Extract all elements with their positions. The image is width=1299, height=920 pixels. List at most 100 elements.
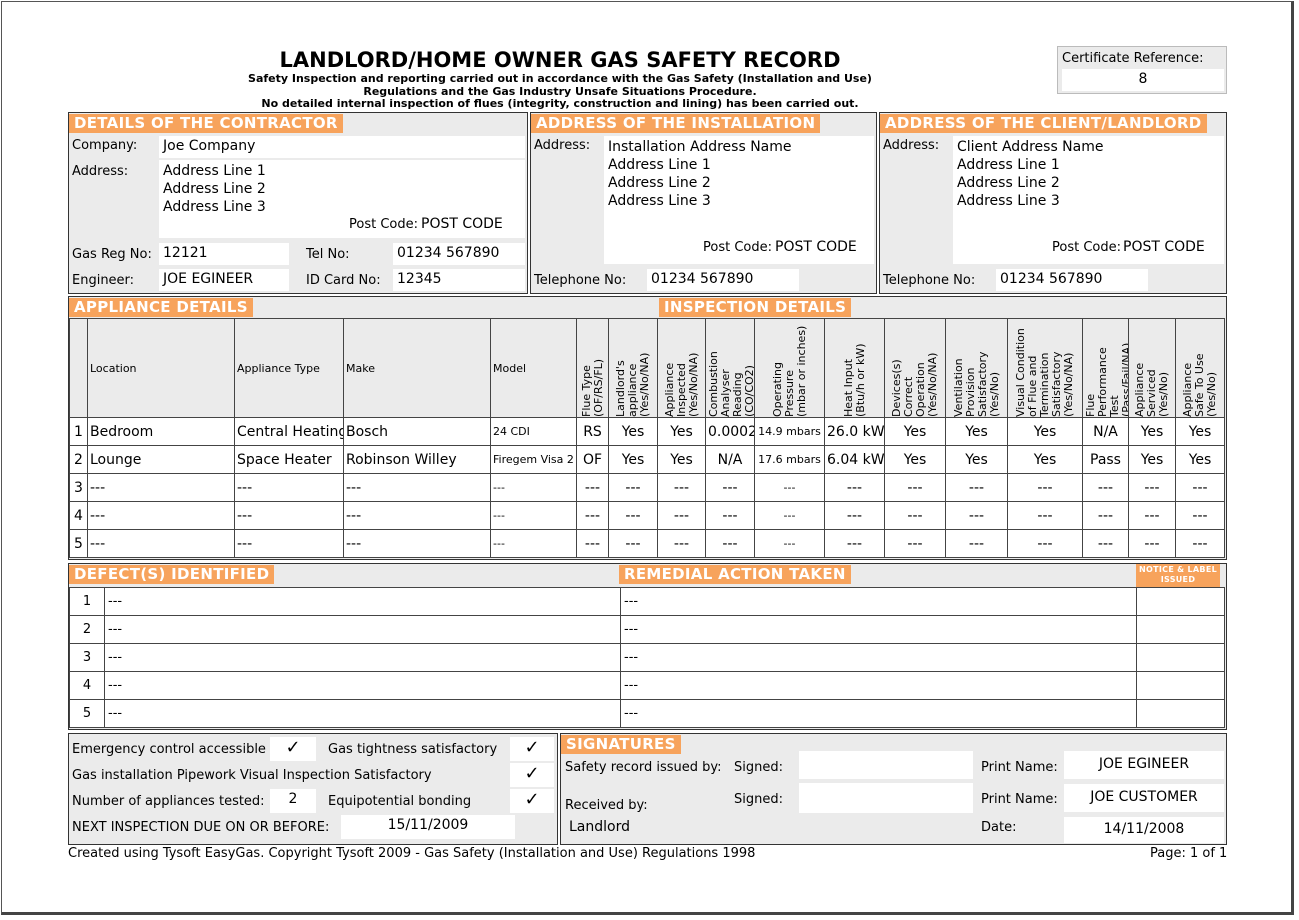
appliance-cell[interactable]: --- [87, 473, 235, 502]
appliance-cell[interactable]: Yes [945, 417, 1008, 446]
appliance-cell[interactable]: 24 CDI [490, 417, 577, 446]
appliance-cell[interactable]: --- [608, 473, 658, 502]
appliance-cell[interactable]: --- [824, 473, 885, 502]
appliance-cell[interactable]: Pass [1082, 445, 1129, 474]
appliance-cell[interactable]: Bedroom [87, 417, 235, 446]
appliance-cell[interactable]: --- [1128, 473, 1176, 502]
appliance-cell[interactable]: Yes [1007, 445, 1083, 474]
appliance-cell[interactable]: Space Heater [234, 445, 344, 474]
appliance-cell[interactable]: --- [884, 473, 946, 502]
appliance-cell[interactable]: --- [343, 473, 491, 502]
appliance-cell[interactable]: --- [343, 529, 491, 558]
appliance-cell[interactable]: --- [1175, 501, 1225, 530]
id-card-field[interactable]: 12345 [393, 269, 525, 291]
certificate-reference-value[interactable]: 8 [1062, 69, 1224, 91]
appliance-cell[interactable]: --- [490, 473, 577, 502]
appliance-cell[interactable]: --- [657, 473, 706, 502]
defect-cell[interactable]: --- [104, 699, 621, 728]
appliance-cell[interactable]: --- [1082, 529, 1129, 558]
appliance-cell[interactable]: --- [945, 473, 1008, 502]
appliance-cell[interactable]: --- [1007, 473, 1083, 502]
appliance-cell[interactable]: Yes [884, 445, 946, 474]
notice-cell[interactable] [1136, 615, 1225, 644]
appliance-cell[interactable]: Central Heating [234, 417, 344, 446]
defect-cell[interactable]: --- [104, 615, 621, 644]
appliance-cell[interactable]: --- [884, 501, 946, 530]
remedial-cell[interactable]: --- [620, 699, 1137, 728]
gas-reg-field[interactable]: 12121 [159, 243, 289, 265]
issued-signature-field[interactable] [799, 751, 973, 779]
appliance-cell[interactable]: Yes [1128, 417, 1176, 446]
appliance-cell[interactable]: 26.0 kW [824, 417, 885, 446]
appliance-cell[interactable]: --- [1007, 501, 1083, 530]
appliance-cell[interactable]: 6.04 kW [824, 445, 885, 474]
appliance-cell[interactable]: --- [576, 529, 609, 558]
appliance-cell[interactable]: Yes [608, 417, 658, 446]
appliance-cell[interactable]: --- [705, 473, 755, 502]
appliance-cell[interactable]: --- [754, 473, 825, 502]
appliance-cell[interactable]: --- [754, 501, 825, 530]
appliance-cell[interactable]: OF [576, 445, 609, 474]
equipotential-bonding-check[interactable]: ✓ [510, 789, 554, 813]
appliance-cell[interactable]: Yes [657, 445, 706, 474]
appliance-cell[interactable]: N/A [705, 445, 755, 474]
appliance-cell[interactable]: --- [705, 501, 755, 530]
date-field[interactable]: 14/11/2008 [1064, 817, 1224, 843]
pipework-check[interactable]: ✓ [510, 763, 554, 787]
appliance-cell[interactable]: --- [657, 501, 706, 530]
appliance-cell[interactable]: --- [945, 501, 1008, 530]
next-inspection-field[interactable]: 15/11/2009 [341, 815, 515, 839]
appliance-cell[interactable]: N/A [1082, 417, 1129, 446]
appliance-cell[interactable]: --- [1007, 529, 1083, 558]
appliance-cell[interactable]: --- [1082, 473, 1129, 502]
appliance-cell[interactable]: --- [608, 501, 658, 530]
appliance-cell[interactable]: --- [884, 529, 946, 558]
engineer-field[interactable]: JOE EGINEER [159, 269, 289, 291]
defect-cell[interactable]: --- [104, 671, 621, 700]
appliance-cell[interactable]: --- [343, 501, 491, 530]
appliance-cell[interactable]: --- [1128, 501, 1176, 530]
appliance-cell[interactable]: --- [576, 501, 609, 530]
notice-cell[interactable] [1136, 587, 1225, 616]
appliance-cell[interactable]: 14.9 mbars [754, 417, 825, 446]
notice-cell[interactable] [1136, 643, 1225, 672]
appliance-cell[interactable]: Yes [657, 417, 706, 446]
appliance-cell[interactable]: --- [824, 501, 885, 530]
received-print-name-field[interactable]: JOE CUSTOMER [1064, 784, 1224, 812]
appliance-cell[interactable]: Yes [1128, 445, 1176, 474]
appliance-cell[interactable]: Yes [1007, 417, 1083, 446]
contractor-address-field[interactable]: Address Line 1 Address Line 2 Address Li… [159, 160, 525, 238]
remedial-cell[interactable]: --- [620, 671, 1137, 700]
client-telephone-field[interactable]: 01234 567890 [996, 269, 1148, 291]
appliance-cell[interactable]: --- [490, 529, 577, 558]
gas-tightness-check[interactable]: ✓ [510, 737, 554, 761]
appliance-cell[interactable]: --- [234, 473, 344, 502]
issued-print-name-field[interactable]: JOE EGINEER [1064, 751, 1224, 779]
notice-cell[interactable] [1136, 699, 1225, 728]
installation-address-field[interactable]: Installation Address Name Address Line 1… [604, 136, 874, 264]
appliance-cell[interactable]: --- [490, 501, 577, 530]
client-address-field[interactable]: Client Address Name Address Line 1 Addre… [953, 136, 1224, 264]
appliance-cell[interactable]: --- [1082, 501, 1129, 530]
appliance-cell[interactable]: --- [945, 529, 1008, 558]
appliance-cell[interactable]: Lounge [87, 445, 235, 474]
appliance-cell[interactable]: --- [87, 501, 235, 530]
installation-telephone-field[interactable]: 01234 567890 [647, 269, 799, 291]
appliance-cell[interactable]: Yes [884, 417, 946, 446]
emergency-control-check[interactable]: ✓ [270, 737, 316, 761]
appliance-cell[interactable]: Yes [1175, 417, 1225, 446]
remedial-cell[interactable]: --- [620, 587, 1137, 616]
appliance-cell[interactable]: --- [234, 501, 344, 530]
appliance-cell[interactable]: 17.6 mbars [754, 445, 825, 474]
defect-cell[interactable]: --- [104, 587, 621, 616]
appliance-cell[interactable]: Yes [945, 445, 1008, 474]
appliance-cell[interactable]: --- [87, 529, 235, 558]
appliance-cell[interactable]: --- [1175, 529, 1225, 558]
appliance-cell[interactable]: Bosch [343, 417, 491, 446]
appliance-cell[interactable]: --- [608, 529, 658, 558]
appliance-cell[interactable]: --- [234, 529, 344, 558]
appliances-tested-field[interactable]: 2 [270, 789, 316, 813]
appliance-cell[interactable]: Yes [608, 445, 658, 474]
appliance-cell[interactable]: --- [576, 473, 609, 502]
remedial-cell[interactable]: --- [620, 615, 1137, 644]
